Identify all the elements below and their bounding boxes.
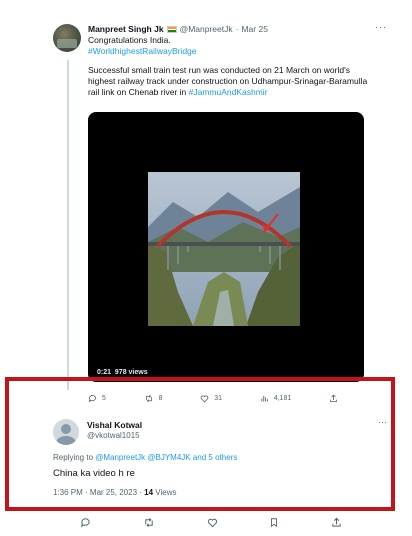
thread-connector-line xyxy=(67,60,69,390)
tweet-text-line1: Congratulations India. xyxy=(88,35,171,45)
video-thumbnail xyxy=(148,172,300,326)
hashtag-link[interactable]: #WorldhighestRailwayBridge xyxy=(88,46,373,57)
video-player[interactable]: 0:21 978 views xyxy=(88,112,364,382)
bookmark-icon[interactable] xyxy=(269,517,279,528)
author-handle[interactable]: @ManpreetJk xyxy=(180,24,233,35)
share-icon[interactable] xyxy=(331,517,342,528)
author-name[interactable]: Manpreet Singh Jk xyxy=(88,24,164,35)
reply-icon[interactable] xyxy=(80,517,91,528)
heart-icon[interactable] xyxy=(207,517,218,528)
retweet-icon[interactable] xyxy=(143,517,155,528)
video-views: 978 views xyxy=(114,369,148,376)
india-flag-icon xyxy=(166,26,177,33)
tweet-date[interactable]: Mar 25 xyxy=(241,24,267,35)
highlight-annotation-box xyxy=(5,377,395,511)
more-options-icon[interactable]: ··· xyxy=(375,22,387,33)
reply-action-bar xyxy=(80,514,342,530)
bridge-scene-image xyxy=(148,172,300,326)
tweet-body: Manpreet Singh Jk @ManpreetJk · Mar 25 ·… xyxy=(88,22,386,98)
video-duration: 0:21 xyxy=(97,369,112,376)
header-separator: · xyxy=(235,24,239,34)
video-stats: 0:21 978 views xyxy=(97,369,148,376)
tweet-header: Manpreet Singh Jk @ManpreetJk · Mar 25 xyxy=(88,24,373,35)
tweet-text-paragraph: Successful small train test run was cond… xyxy=(88,65,373,98)
hashtag-link[interactable]: #JammuAndKashmir xyxy=(189,87,268,97)
author-avatar[interactable] xyxy=(53,24,81,52)
